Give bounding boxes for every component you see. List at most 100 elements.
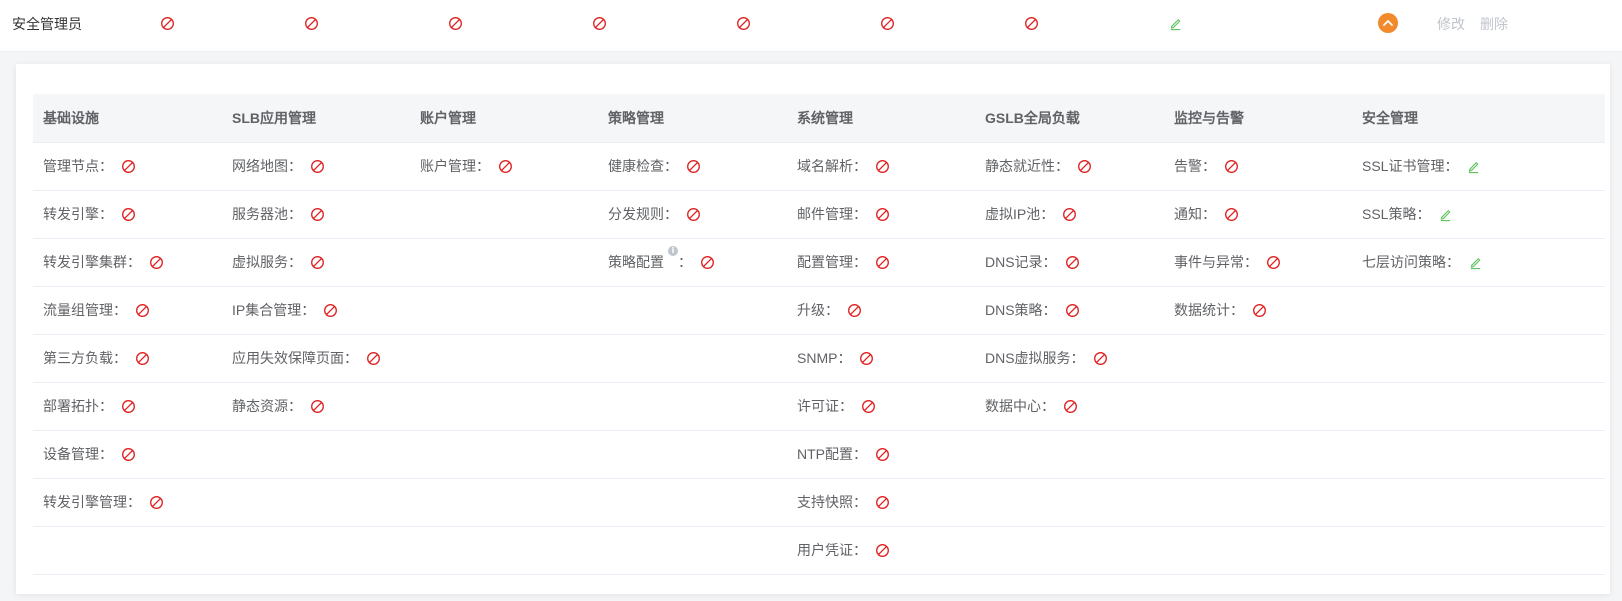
table-cell: 转发引擎集群： bbox=[33, 238, 222, 287]
permission-label-text: 七层访问策略： bbox=[1362, 254, 1460, 270]
table-cell bbox=[1164, 334, 1352, 383]
no-permission-icon bbox=[310, 159, 325, 174]
no-permission-icon bbox=[160, 16, 175, 31]
permission-item: 第三方负载： bbox=[43, 348, 150, 368]
column-header: GSLB全局负载 bbox=[975, 94, 1164, 143]
table-cell: 服务器池： bbox=[222, 190, 410, 239]
permission-item: 流量组管理： bbox=[43, 300, 150, 320]
permission-item: 网络地图： bbox=[232, 156, 325, 176]
permission-label: 服务器池： bbox=[232, 204, 302, 224]
table-cell: 静态就近性： bbox=[975, 142, 1164, 191]
no-permission-icon bbox=[448, 16, 463, 31]
no-permission-icon bbox=[875, 447, 890, 462]
no-permission-icon bbox=[1224, 159, 1239, 174]
no-permission-icon bbox=[121, 399, 136, 414]
no-permission-icon bbox=[847, 303, 862, 318]
table-cell bbox=[1164, 382, 1352, 431]
no-permission-icon bbox=[875, 543, 890, 558]
table-cell: 应用失效保障页面： bbox=[222, 334, 410, 383]
edit-role-button[interactable]: 修改 bbox=[1437, 14, 1465, 34]
table-cell: 七层访问策略： bbox=[1352, 238, 1605, 287]
table-cell: 虚拟服务： bbox=[222, 238, 410, 287]
permission-label: 部署拓扑： bbox=[43, 396, 113, 416]
permission-item: DNS策略： bbox=[985, 300, 1080, 320]
summary-permission-cell bbox=[160, 14, 178, 32]
permission-item: 转发引擎集群： bbox=[43, 252, 164, 272]
permission-label: 账户管理： bbox=[420, 156, 490, 176]
summary-permission-cell bbox=[1168, 14, 1186, 32]
table-cell bbox=[1352, 430, 1605, 479]
table-cell: 管理节点： bbox=[33, 142, 222, 191]
permission-label-text: 静态就近性： bbox=[985, 158, 1069, 174]
table-cell bbox=[1352, 382, 1605, 431]
no-permission-icon bbox=[121, 207, 136, 222]
no-permission-icon bbox=[323, 303, 338, 318]
no-permission-icon bbox=[135, 303, 150, 318]
permission-item: 健康检查： bbox=[608, 156, 701, 176]
table-cell: 分发规则： bbox=[598, 190, 787, 239]
no-permission-icon bbox=[1065, 303, 1080, 318]
permission-label: IP集合管理： bbox=[232, 300, 315, 320]
permission-label-text: 事件与异常： bbox=[1174, 254, 1258, 270]
permission-label-text: 部署拓扑： bbox=[43, 398, 113, 414]
table-cell: SSL策略： bbox=[1352, 190, 1605, 239]
table-cell bbox=[410, 478, 598, 527]
permission-label: 配置管理： bbox=[797, 252, 867, 272]
table-cell: NTP配置： bbox=[787, 430, 975, 479]
table-cell: DNS策略： bbox=[975, 286, 1164, 335]
table-cell bbox=[975, 478, 1164, 527]
permission-item: 邮件管理： bbox=[797, 204, 890, 224]
no-permission-icon bbox=[304, 16, 319, 31]
table-cell: 许可证： bbox=[787, 382, 975, 431]
permission-label: 虚拟IP池： bbox=[985, 204, 1054, 224]
no-permission-icon bbox=[861, 399, 876, 414]
table-cell bbox=[598, 382, 787, 431]
permission-label: 升级： bbox=[797, 300, 839, 320]
no-permission-icon bbox=[700, 255, 715, 270]
permission-label: 转发引擎： bbox=[43, 204, 113, 224]
info-icon[interactable]: i bbox=[668, 246, 678, 256]
table-cell bbox=[222, 478, 410, 527]
table-cell: 支持快照： bbox=[787, 478, 975, 527]
table-cell bbox=[598, 478, 787, 527]
column-header: 安全管理 bbox=[1352, 94, 1605, 143]
permission-label-text: 邮件管理： bbox=[797, 206, 867, 222]
permission-item: SSL策略： bbox=[1362, 204, 1453, 224]
permission-label: 静态资源： bbox=[232, 396, 302, 416]
permission-label-text: DNS策略： bbox=[985, 302, 1057, 318]
delete-role-button[interactable]: 删除 bbox=[1480, 14, 1508, 34]
permission-item: 虚拟IP池： bbox=[985, 204, 1077, 224]
role-name: 安全管理员 bbox=[12, 16, 82, 32]
table-cell bbox=[222, 526, 410, 575]
permission-label: 静态就近性： bbox=[985, 156, 1069, 176]
permission-label-text: SNMP： bbox=[797, 350, 852, 366]
table-cell: 转发引擎管理： bbox=[33, 478, 222, 527]
no-permission-icon bbox=[686, 207, 701, 222]
permission-label-text: SSL策略： bbox=[1362, 206, 1431, 222]
no-permission-icon bbox=[310, 255, 325, 270]
table-cell: 账户管理： bbox=[410, 142, 598, 191]
permission-item: SSL证书管理： bbox=[1362, 156, 1481, 176]
permission-item: 域名解析： bbox=[797, 156, 890, 176]
no-permission-icon bbox=[1063, 399, 1078, 414]
permission-label: 管理节点： bbox=[43, 156, 113, 176]
table-row: 部署拓扑： 静态资源： 许可证： 数据中心： bbox=[33, 382, 1605, 431]
no-permission-icon bbox=[1024, 16, 1039, 31]
permission-label-text: 第三方负载： bbox=[43, 350, 127, 366]
permission-label: 分发规则： bbox=[608, 204, 678, 224]
no-permission-icon bbox=[498, 159, 513, 174]
no-permission-icon bbox=[875, 207, 890, 222]
edit-permission-icon bbox=[1438, 207, 1453, 222]
permission-label-suffix: ： bbox=[678, 254, 692, 270]
permission-label-text: 转发引擎管理： bbox=[43, 494, 141, 510]
no-permission-icon bbox=[310, 399, 325, 414]
table-cell bbox=[410, 238, 598, 287]
collapse-toggle-button[interactable] bbox=[1378, 13, 1398, 33]
no-permission-icon bbox=[1065, 255, 1080, 270]
permission-label: DNS记录： bbox=[985, 252, 1057, 272]
permission-item: 分发规则： bbox=[608, 204, 701, 224]
permission-label-text: 账户管理： bbox=[420, 158, 490, 174]
permission-label: 策略配置 i： bbox=[608, 246, 692, 272]
no-permission-icon bbox=[686, 159, 701, 174]
permission-label: 转发引擎管理： bbox=[43, 492, 141, 512]
